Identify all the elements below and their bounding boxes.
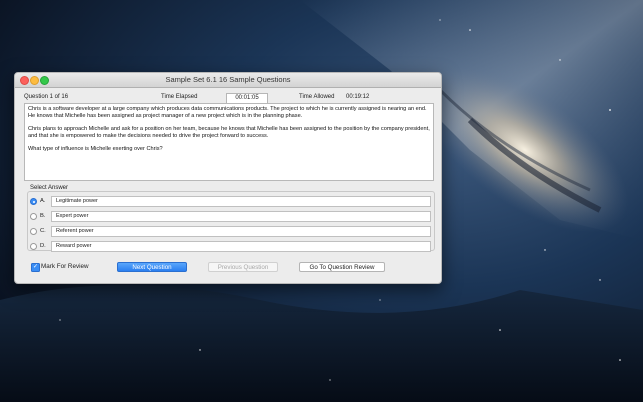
checkmark-icon: ✓ [32,264,39,270]
answer-a-radio[interactable] [30,198,37,205]
title-bar[interactable]: Sample Set 6.1 16 Sample Questions [15,73,441,88]
answer-d-text[interactable]: Reward power [51,241,431,252]
quiz-window: Sample Set 6.1 16 Sample Questions Quest… [14,72,442,284]
answer-a-text[interactable]: Legitimate power [51,196,431,207]
answer-b-letter: B. [40,213,46,219]
answer-d-radio[interactable] [30,243,37,250]
window-title: Sample Set 6.1 16 Sample Questions [165,75,291,84]
answer-c-text[interactable]: Referent power [51,226,431,237]
answer-b-text[interactable]: Expert power [51,211,431,222]
question-counter: Question 1 of 16 [24,94,69,100]
answer-b-radio[interactable] [30,213,37,220]
question-prompt: What type of influence is Michelle exert… [28,146,163,152]
time-elapsed-label: Time Elapsed [161,94,198,100]
mark-for-review-checkbox[interactable]: ✓ [31,263,40,272]
answer-c-radio[interactable] [30,228,37,235]
question-paragraph: Chris is a software developer at a large… [28,106,427,119]
answer-d-letter: D. [40,243,46,249]
question-paragraph: Chris plans to approach Michelle and ask… [28,126,430,139]
answer-c-letter: C. [40,228,46,234]
previous-question-button[interactable]: Previous Question [208,262,278,272]
mark-for-review-label[interactable]: Mark For Review [41,263,89,270]
time-allowed-label: Time Allowed [299,94,335,100]
go-to-question-review-button[interactable]: Go To Question Review [299,262,385,272]
answer-a-letter: A. [40,198,46,204]
question-text-area[interactable]: Chris is a software developer at a large… [24,103,434,181]
next-question-button[interactable]: Next Question [117,262,187,272]
time-allowed-value: 00:19:12 [346,94,370,100]
